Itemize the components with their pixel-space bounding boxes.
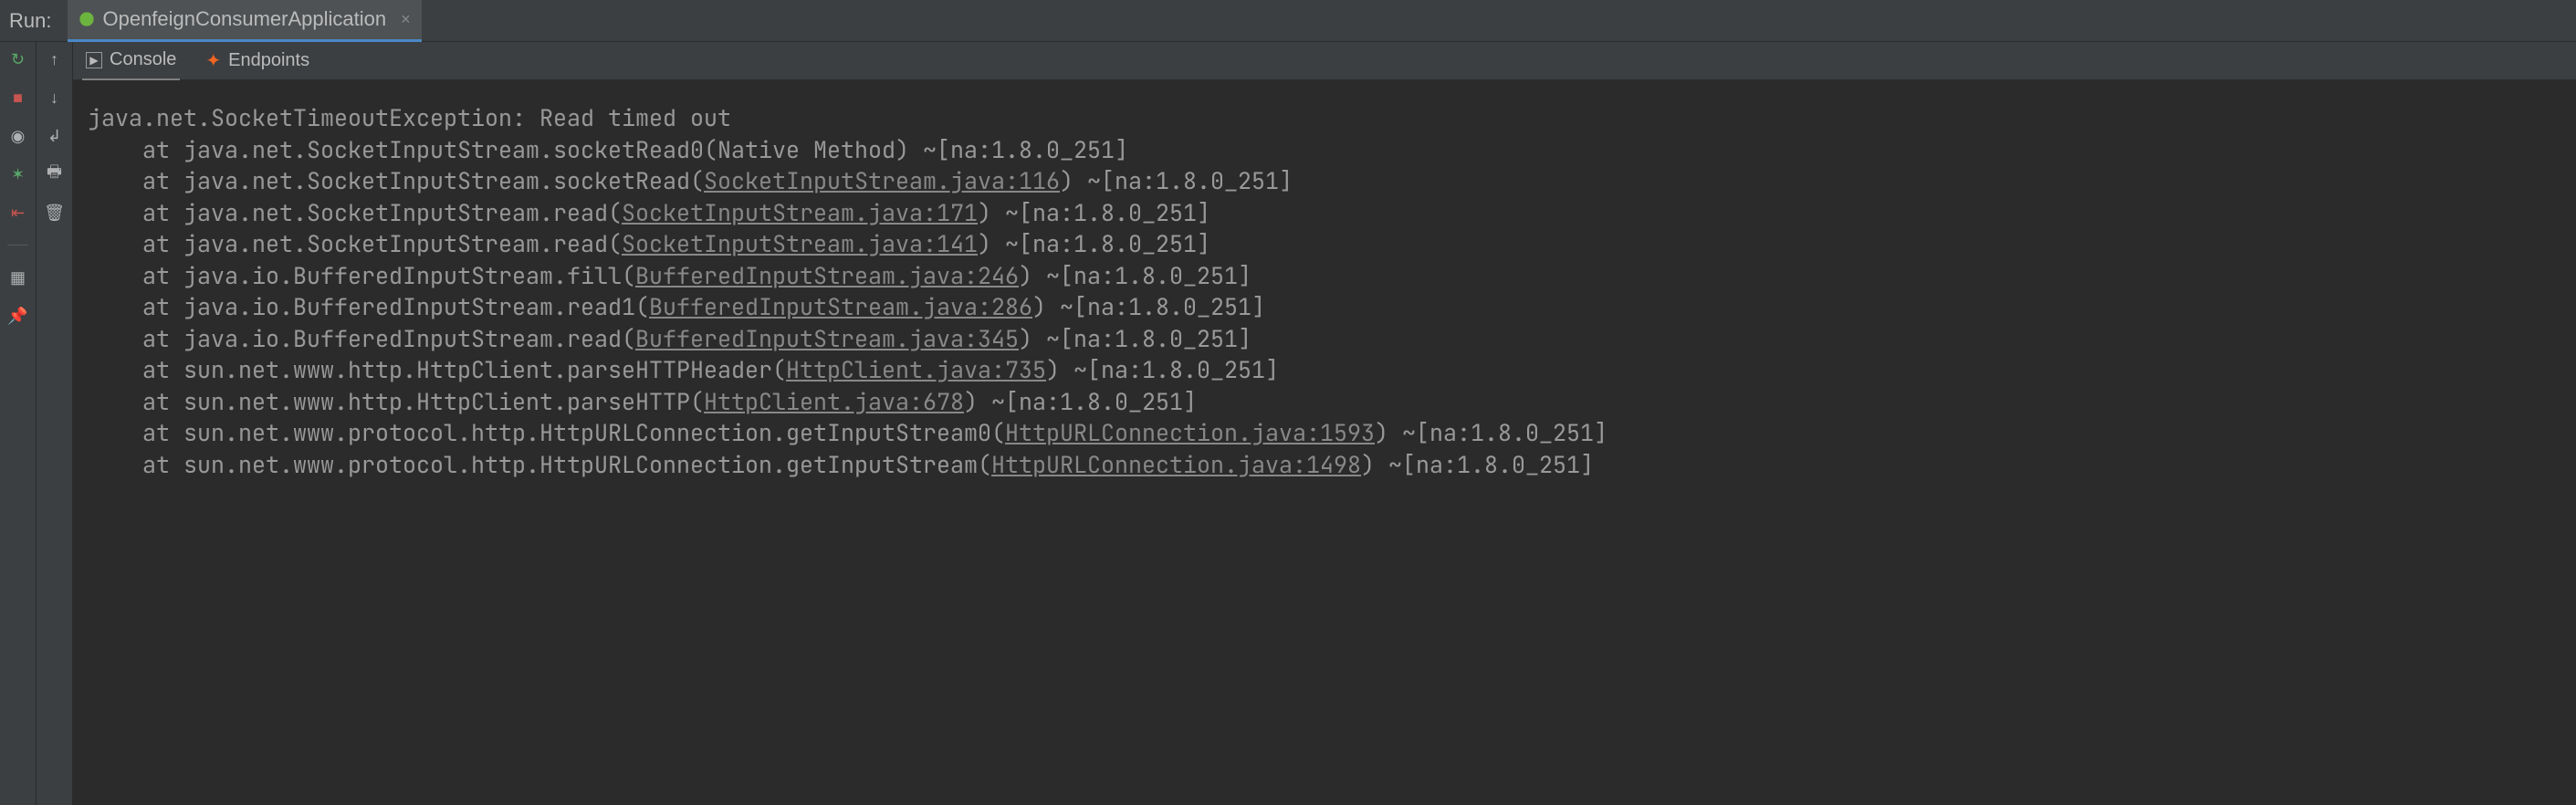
source-link[interactable]: BufferedInputStream.java:246 (635, 260, 1019, 291)
stack-frame: at java.net.SocketInputStream.socketRead… (88, 134, 2561, 166)
source-link[interactable]: HttpClient.java:735 (786, 354, 1046, 385)
dump-threads-icon[interactable]: ◉ (8, 126, 28, 146)
scroll-down-icon[interactable]: ↓ (45, 88, 65, 108)
stack-frame: at java.net.SocketInputStream.read(Socke… (88, 228, 2561, 260)
stack-frame: at java.io.BufferedInputStream.fill(Buff… (88, 260, 2561, 292)
tab-console-label: Console (110, 49, 176, 70)
run-header: Run: OpenfeignConsumerApplication × (0, 0, 2576, 42)
toolbar-separator (7, 245, 28, 246)
stack-frame: at sun.net.www.http.HttpClient.parseHTTP… (88, 386, 2561, 418)
console-toolbar: ↑ ↓ ↲ 🖶 🗑 (37, 42, 73, 805)
run-label: Run: (9, 9, 51, 33)
exception-header: java.net.SocketTimeoutException: Read ti… (88, 102, 2561, 134)
scroll-up-icon[interactable]: ↑ (45, 49, 65, 69)
soft-wrap-icon[interactable]: ↲ (45, 126, 65, 146)
source-link[interactable]: BufferedInputStream.java:286 (649, 291, 1032, 322)
source-link[interactable]: HttpURLConnection.java:1593 (1005, 417, 1375, 448)
run-config-name: OpenfeignConsumerApplication (102, 7, 386, 31)
close-icon[interactable]: × (401, 10, 411, 29)
source-link[interactable]: SocketInputStream.java:141 (622, 228, 978, 259)
print-icon[interactable]: 🖶 (45, 164, 65, 184)
stack-frame: at sun.net.www.protocol.http.HttpURLConn… (88, 449, 2561, 481)
stack-frame: at java.net.SocketInputStream.socketRead… (88, 165, 2561, 197)
source-link[interactable]: SocketInputStream.java:171 (622, 197, 978, 228)
pin-icon[interactable]: 📌 (8, 306, 28, 326)
stack-frame: at java.io.BufferedInputStream.read(Buff… (88, 323, 2561, 355)
tab-endpoints-label: Endpoints (228, 50, 309, 71)
source-link[interactable]: SocketInputStream.java:116 (704, 165, 1060, 196)
clear-all-icon[interactable]: 🗑 (45, 203, 65, 223)
run-config-tab[interactable]: OpenfeignConsumerApplication × (68, 0, 421, 42)
stack-frame: at sun.net.www.http.HttpClient.parseHTTP… (88, 354, 2561, 386)
console-icon: ▶ (86, 52, 102, 68)
main-column: ▶ Console ✦ Endpoints java.net.SocketTim… (73, 42, 2576, 805)
stop-icon[interactable]: ■ (8, 88, 28, 108)
spring-boot-icon (79, 11, 95, 27)
exit-icon[interactable]: ⇤ (8, 203, 28, 223)
rerun-icon[interactable]: ↻ (8, 49, 28, 69)
layout-icon[interactable]: ▦ (8, 267, 28, 288)
stack-frame: at sun.net.www.protocol.http.HttpURLConn… (88, 417, 2561, 449)
stack-frame: at java.net.SocketInputStream.read(Socke… (88, 197, 2561, 229)
source-link[interactable]: BufferedInputStream.java:345 (635, 323, 1019, 354)
run-body: ↻ ■ ◉ ✶ ⇤ ▦ 📌 ↑ ↓ ↲ 🖶 🗑 ▶ Console ✦ (0, 42, 2576, 805)
console-output[interactable]: java.net.SocketTimeoutException: Read ti… (73, 80, 2576, 805)
tab-console[interactable]: ▶ Console (82, 42, 180, 80)
source-link[interactable]: HttpClient.java:678 (704, 386, 964, 417)
endpoints-icon: ✦ (205, 49, 221, 72)
left-toolbar: ↻ ■ ◉ ✶ ⇤ ▦ 📌 (0, 42, 37, 805)
tab-endpoints[interactable]: ✦ Endpoints (202, 42, 313, 80)
stack-frame: at java.io.BufferedInputStream.read1(Buf… (88, 291, 2561, 323)
source-link[interactable]: HttpURLConnection.java:1498 (991, 449, 1361, 480)
attach-debugger-icon[interactable]: ✶ (8, 164, 28, 184)
subtab-strip: ▶ Console ✦ Endpoints (73, 42, 2576, 80)
run-tool-window: Run: OpenfeignConsumerApplication × ↻ ■ … (0, 0, 2576, 805)
